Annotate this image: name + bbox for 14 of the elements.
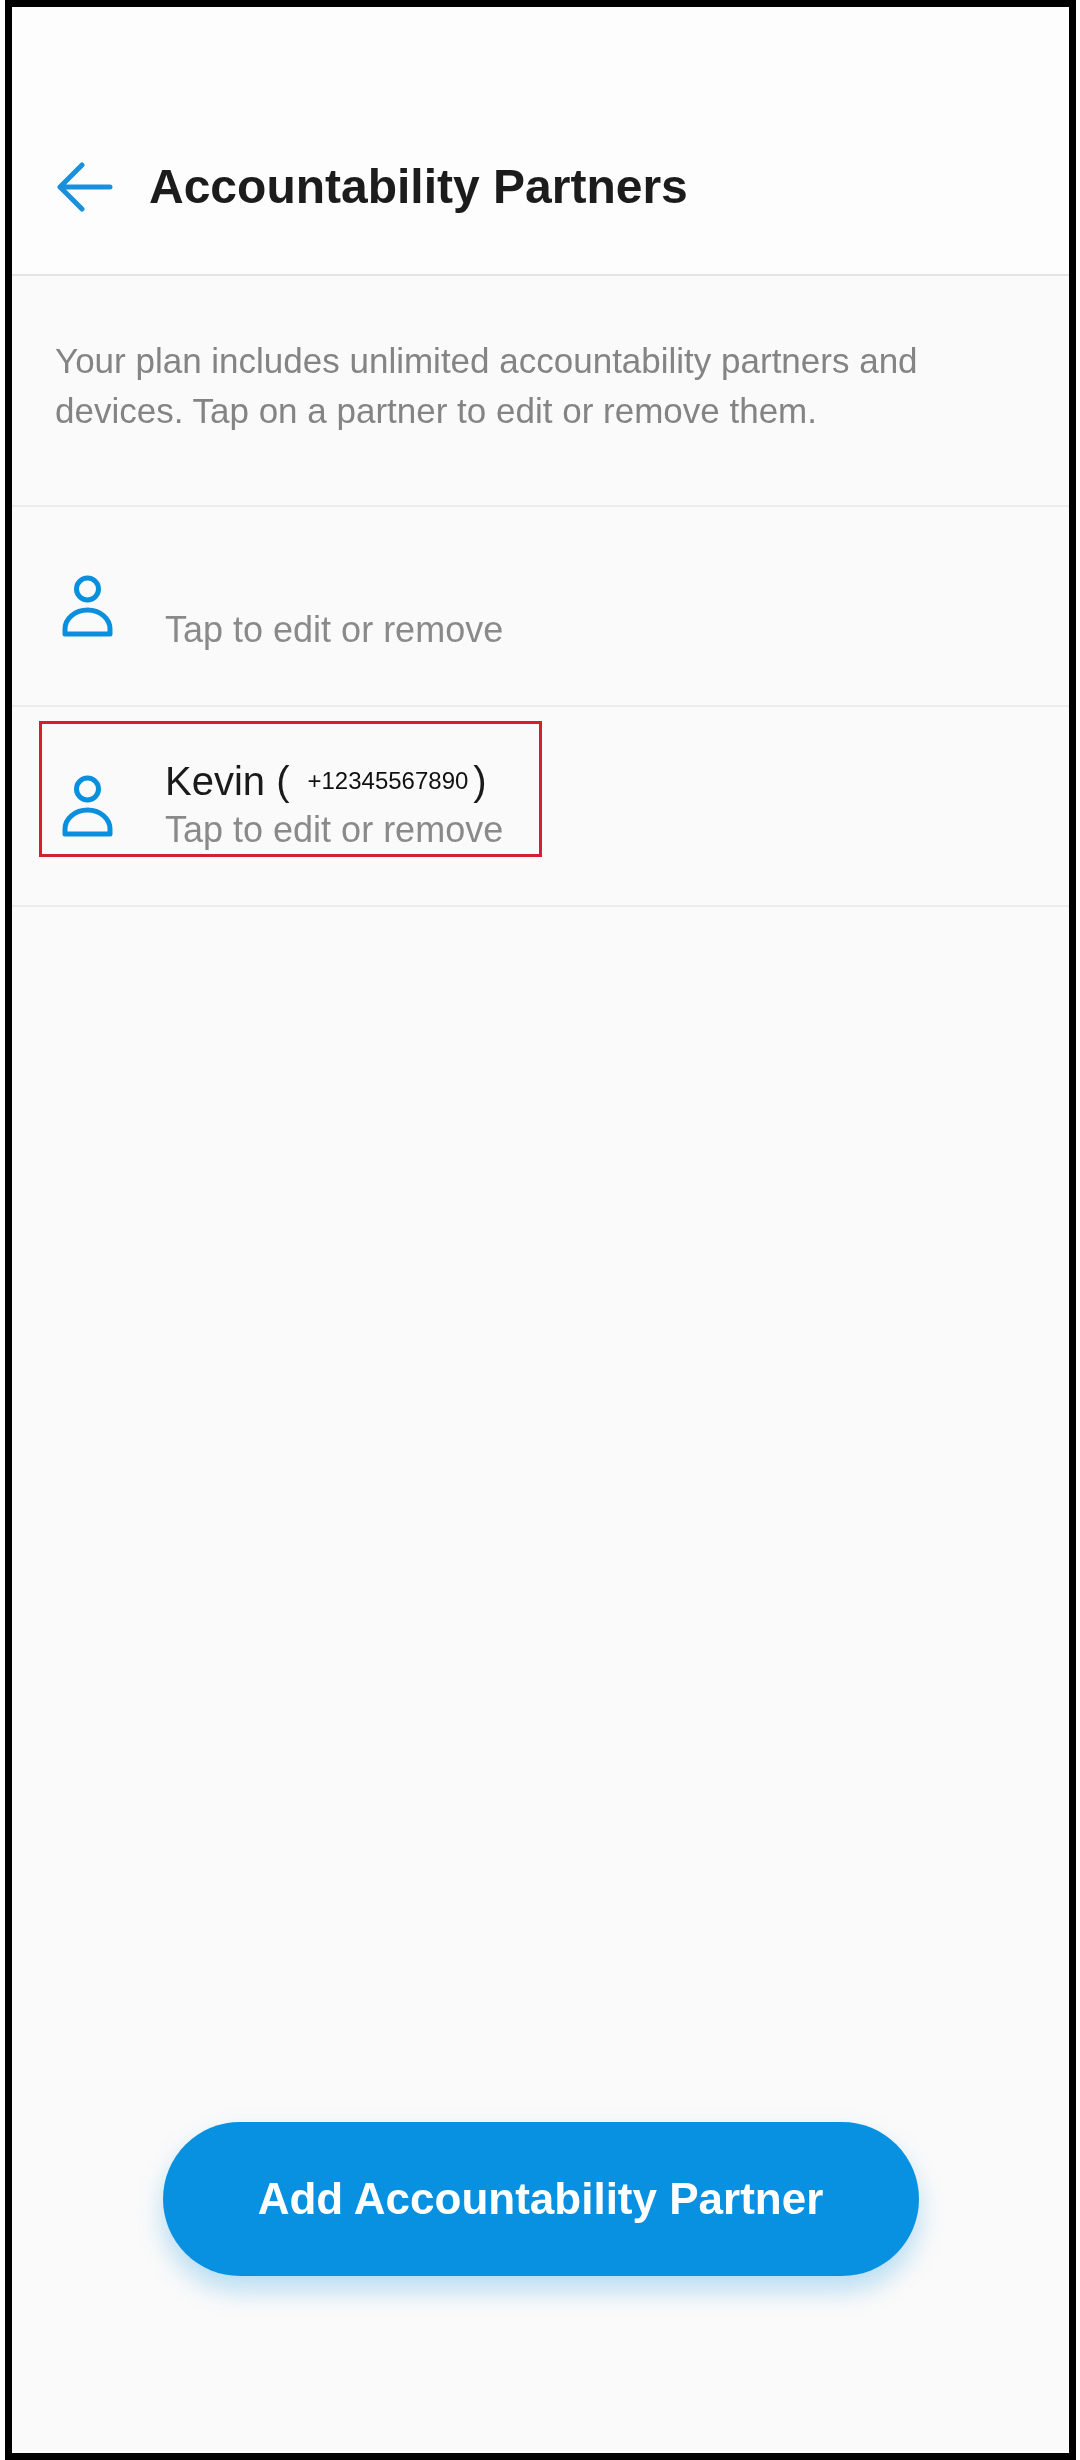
person-icon bbox=[60, 574, 115, 638]
back-button[interactable] bbox=[55, 161, 113, 212]
description-text: Your plan includes unlimited accountability partners and devices. Tap on a partner to edit or remove them. bbox=[55, 340, 919, 432]
back-arrow-icon bbox=[55, 161, 113, 212]
partner-row[interactable]: Tap to edit or remove bbox=[12, 507, 1069, 707]
add-partner-button[interactable]: Add Accountability Partner bbox=[162, 2122, 919, 2276]
phone-number: +12345567890 bbox=[307, 767, 469, 795]
partner-hint: Tap to edit or remove bbox=[165, 808, 504, 852]
partner-hint: Tap to edit or remove bbox=[165, 608, 504, 652]
closing-parenthesis: ) bbox=[473, 758, 487, 804]
person-icon bbox=[60, 774, 115, 838]
partner-row[interactable]: Kevin ( +12345567890) Tap to edit or remove bbox=[12, 707, 1069, 907]
partner-name: Kevin ( bbox=[165, 758, 290, 804]
page-title: Accountability Partners bbox=[149, 158, 688, 215]
